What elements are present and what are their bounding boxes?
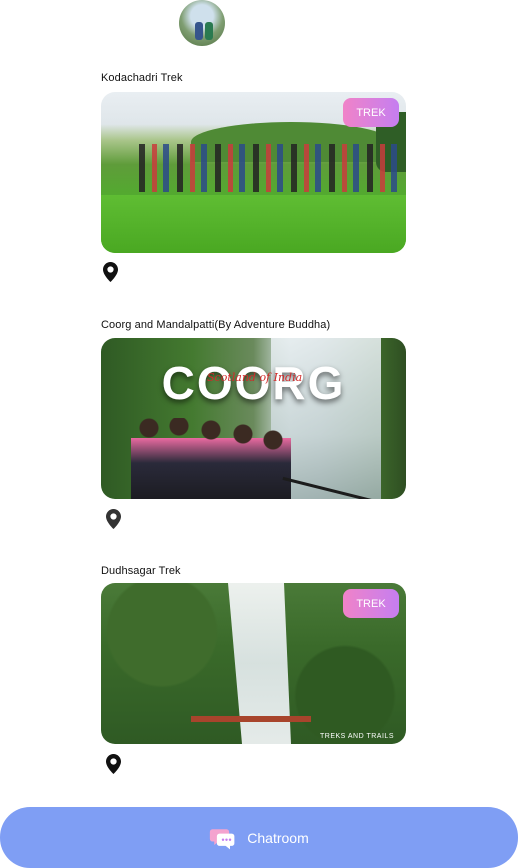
location-pin-icon[interactable]: [106, 509, 121, 529]
tag-badge: TREK: [343, 98, 399, 127]
card-image-coorg[interactable]: COORG Scotland of India: [101, 338, 406, 499]
chatroom-label: Chatroom: [247, 829, 309, 846]
overlay-script: Scotland of India: [207, 371, 303, 384]
watermark-text: TREKS AND TRAILS: [319, 733, 394, 740]
trekkers-group: [139, 144, 404, 192]
card-title-kodachadri: Kodachadri Trek: [101, 72, 183, 84]
bridge-shape: [191, 716, 311, 722]
card-title-coorg: Coorg and Mandalpatti(By Adventure Buddh…: [101, 319, 331, 331]
card-image-dudhsagar[interactable]: TREKS AND TRAILS TREK: [101, 583, 406, 744]
location-pin-icon[interactable]: [106, 754, 121, 774]
grass-shape: [101, 195, 406, 253]
location-pin-icon[interactable]: [103, 262, 118, 282]
tag-badge: TREK: [343, 589, 399, 618]
avatar-figure-2: [205, 22, 213, 40]
avatar-figure-1: [195, 22, 203, 40]
trip-list-page: Kodachadri Trek TREK Coorg and Mandalpat…: [0, 0, 518, 868]
user-avatar[interactable]: [179, 0, 225, 46]
card-image-kodachadri[interactable]: TREK: [101, 92, 406, 253]
card-title-dudhsagar: Dudhsagar Trek: [101, 565, 181, 577]
group-photo-shape: [131, 418, 291, 499]
chatroom-button[interactable]: Chatroom: [0, 807, 518, 868]
chat-bubbles-icon: [210, 828, 235, 849]
